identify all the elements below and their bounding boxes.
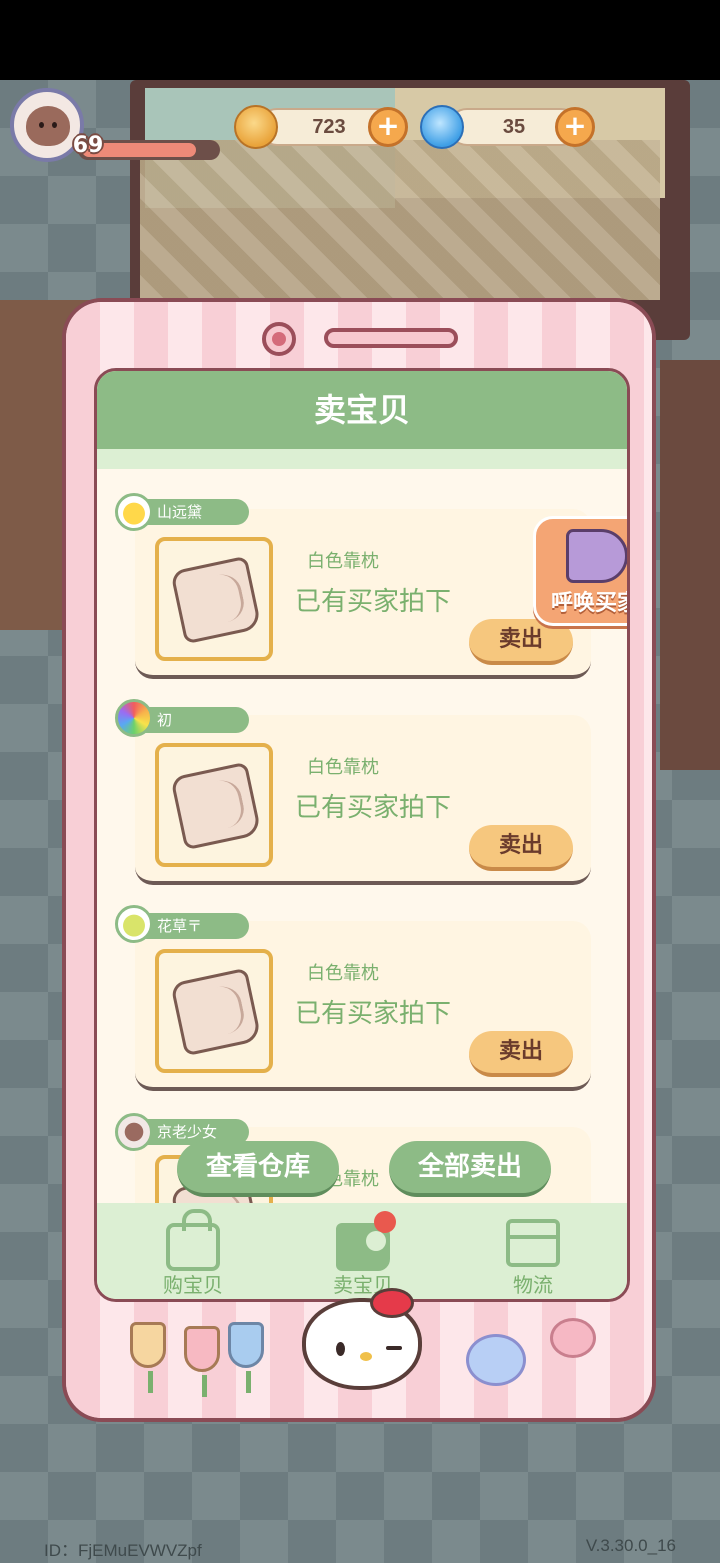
view-warehouse-button[interactable]: 查看仓库 bbox=[177, 1141, 339, 1197]
item-status: 已有买家拍下 bbox=[295, 999, 452, 1029]
tulip-icon bbox=[228, 1322, 264, 1393]
bottom-tab-bar: 购宝贝 卖宝贝 物流 bbox=[97, 1203, 627, 1299]
tab-sell[interactable]: 卖宝贝 bbox=[303, 1211, 423, 1297]
item-status: 已有买家拍下 bbox=[295, 587, 452, 617]
summon-buyer-button[interactable]: 呼唤买家 bbox=[533, 516, 627, 626]
sell-button[interactable]: 卖出 bbox=[469, 1031, 573, 1077]
kitty-wink bbox=[386, 1346, 402, 1350]
rose-coin-icon bbox=[234, 105, 278, 149]
header-band bbox=[97, 449, 627, 469]
swirl-gem-icon bbox=[420, 105, 464, 149]
add-gold-button[interactable]: + bbox=[368, 107, 408, 147]
pillow-icon bbox=[170, 555, 262, 645]
tab-buy[interactable]: 购宝贝 bbox=[133, 1209, 253, 1297]
panel-title: 卖宝贝 bbox=[97, 371, 627, 449]
sell-button[interactable]: 卖出 bbox=[469, 825, 573, 871]
version-label: V.3.30.0_16 bbox=[585, 1536, 676, 1555]
list-item: 白色靠枕 已有买家拍下 卖出 bbox=[135, 509, 591, 679]
side-deck-right bbox=[660, 360, 720, 770]
item-name: 白色靠枕 bbox=[307, 757, 379, 778]
butterfly-icon bbox=[466, 1334, 526, 1386]
sell-all-button[interactable]: 全部卖出 bbox=[389, 1141, 551, 1197]
item-frame bbox=[155, 743, 273, 867]
kitty-nose bbox=[360, 1352, 372, 1361]
pillow-icon bbox=[170, 967, 262, 1057]
leaf-avatar-icon[interactable] bbox=[115, 905, 153, 943]
pillow-icon bbox=[170, 761, 262, 851]
tulip-icon bbox=[130, 1322, 166, 1393]
item-status: 已有买家拍下 bbox=[295, 793, 452, 823]
item-name: 白色靠枕 bbox=[307, 551, 379, 572]
speaker-slot bbox=[324, 328, 458, 348]
phone-screen: 卖宝贝 白色靠枕 已有买家拍下 卖出 山远黛 白色靠枕 已有买家拍下 卖出 初 bbox=[94, 368, 630, 1302]
list-item: 白色靠枕 已有买家拍下 卖出 bbox=[135, 715, 591, 885]
bee-avatar-icon[interactable] bbox=[115, 493, 153, 531]
item-name: 白色靠枕 bbox=[307, 963, 379, 984]
box-icon bbox=[506, 1219, 560, 1267]
add-gems-button[interactable]: + bbox=[555, 107, 595, 147]
status-bar bbox=[0, 0, 720, 80]
tab-label: 购宝贝 bbox=[163, 1273, 223, 1297]
list-item: 白色靠枕 已有买家拍下 卖出 bbox=[135, 921, 591, 1091]
price-tag-icon bbox=[336, 1211, 396, 1271]
item-frame bbox=[155, 949, 273, 1073]
house-floor bbox=[140, 140, 660, 300]
kitty-eye bbox=[336, 1342, 345, 1356]
phone-panel: 卖宝贝 白色靠枕 已有买家拍下 卖出 山远黛 白色靠枕 已有买家拍下 卖出 初 bbox=[62, 298, 656, 1422]
dog-avatar-icon bbox=[26, 106, 70, 146]
notification-badge bbox=[374, 1211, 396, 1233]
tab-label: 物流 bbox=[513, 1273, 553, 1297]
rainbow-avatar-icon[interactable] bbox=[115, 699, 153, 737]
tab-logistics[interactable]: 物流 bbox=[473, 1211, 593, 1297]
megaphone-icon bbox=[566, 529, 627, 583]
camera-icon bbox=[262, 322, 296, 356]
butterfly-icon bbox=[550, 1318, 596, 1358]
phone-decorations bbox=[66, 1288, 652, 1418]
item-frame bbox=[155, 537, 273, 661]
summon-label: 呼唤买家 bbox=[550, 591, 627, 616]
player-level: 69 bbox=[72, 133, 104, 158]
girl-avatar-icon[interactable] bbox=[115, 1113, 153, 1151]
bow-icon bbox=[370, 1288, 414, 1318]
shopping-bag-icon bbox=[166, 1209, 220, 1271]
hello-kitty-icon bbox=[302, 1288, 422, 1390]
player-id: ID：FjEMuEVWVZpf bbox=[44, 1541, 202, 1560]
tulip-icon bbox=[184, 1326, 220, 1397]
